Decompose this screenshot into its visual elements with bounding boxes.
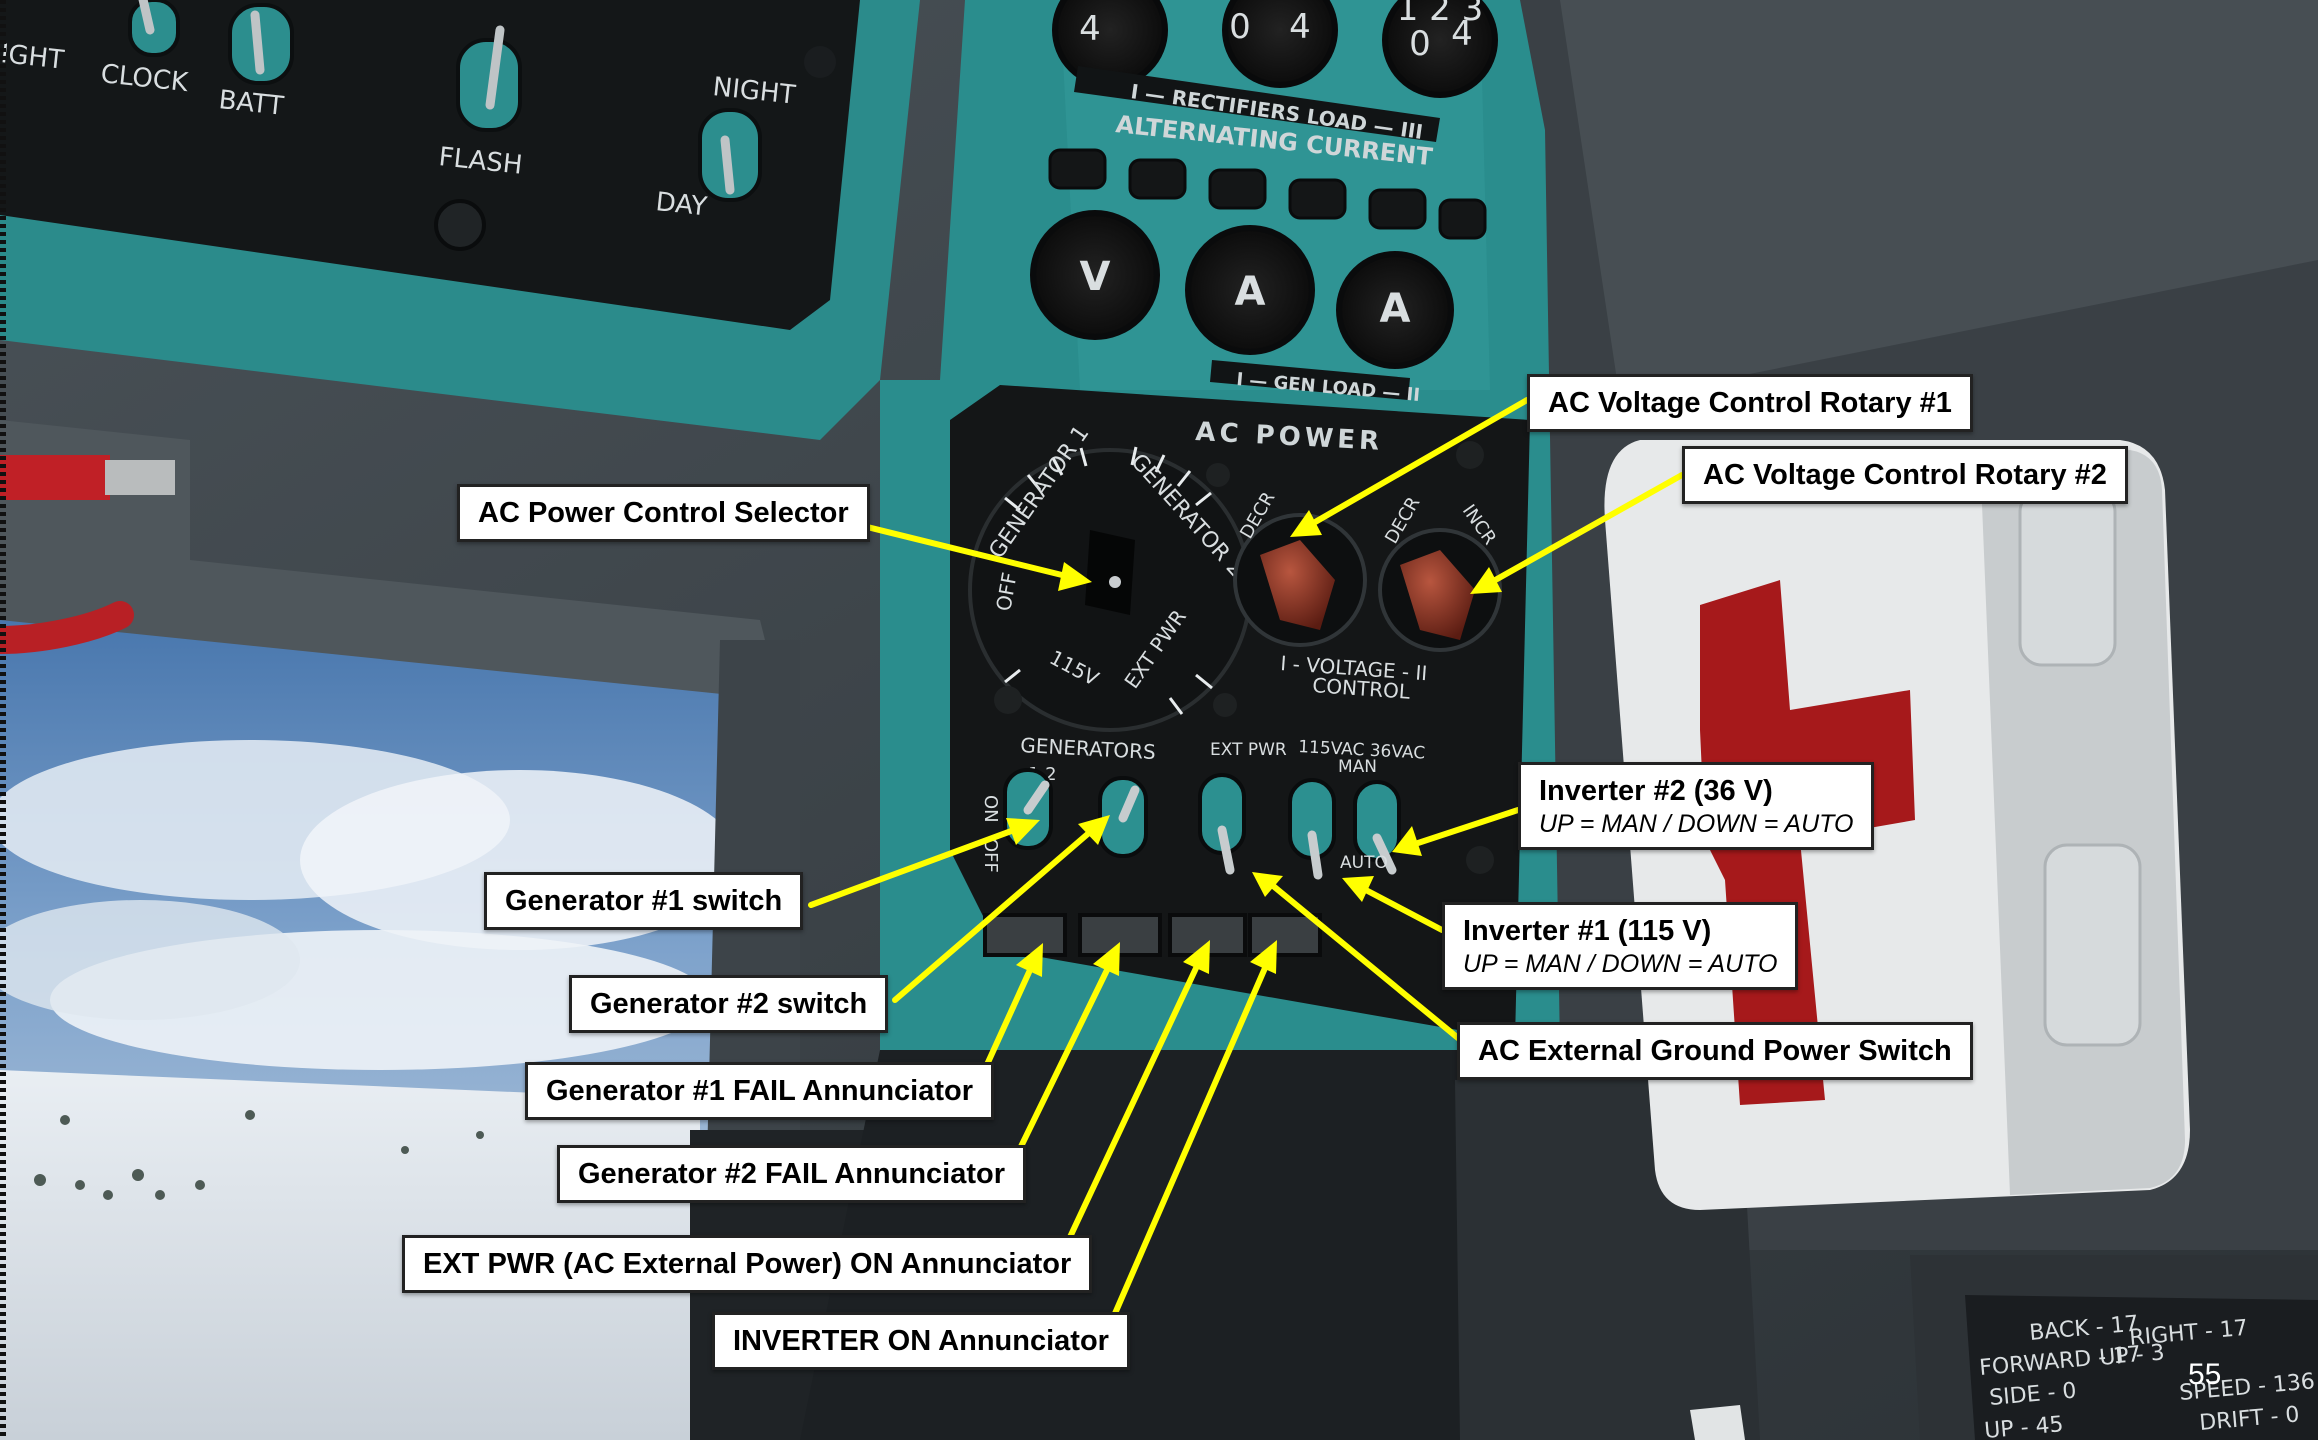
callout-inverter-2: Inverter #2 (36 V) UP = MAN / DOWN = AUT… <box>1518 762 1875 850</box>
svg-text:4: 4 <box>1289 7 1311 47</box>
svg-text:0: 0 <box>1409 24 1431 64</box>
callout-title: Inverter #1 (115 V) <box>1463 915 1712 947</box>
central-panel: 4 0 4 0 41 2 3 I — RECTIFIERS LOAD — III ALT… <box>880 0 1560 1050</box>
callout-title: AC Voltage Control Rotary #1 <box>1548 387 1952 419</box>
callout-ac-ext-ground-power: AC External Ground Power Switch <box>1457 1022 1973 1080</box>
callout-generator-1-fail: Generator #1 FAIL Annunciator <box>525 1062 995 1120</box>
svg-text:1 2 3: 1 2 3 <box>1397 0 1484 29</box>
callout-title: Generator #1 FAIL Annunciator <box>546 1075 974 1107</box>
callout-ext-pwr-on: EXT PWR (AC External Power) ON Annunciat… <box>402 1235 1093 1293</box>
callout-subtitle: UP = MAN / DOWN = AUTO <box>1463 950 1778 978</box>
callout-title: AC Voltage Control Rotary #2 <box>1703 459 2107 491</box>
callout-ac-voltage-rotary-2: AC Voltage Control Rotary #2 <box>1682 446 2128 504</box>
callout-title: AC Power Control Selector <box>478 497 849 529</box>
callout-generator-2-switch: Generator #2 switch <box>569 975 889 1033</box>
page-number: 55 <box>2188 1358 2222 1391</box>
callout-title: Generator #2 FAIL Annunciator <box>578 1158 1006 1190</box>
generator-1-toggle[interactable] <box>1003 768 1053 850</box>
callout-generator-2-fail: Generator #2 FAIL Annunciator <box>557 1145 1027 1203</box>
callout-title: INVERTER ON Annunciator <box>733 1325 1109 1357</box>
gauge-a1-label: A <box>1235 269 1266 315</box>
label-day: DAY <box>654 187 708 222</box>
callout-subtitle: UP = MAN / DOWN = AUTO <box>1539 810 1854 838</box>
callout-ac-power-control-selector: AC Power Control Selector <box>457 484 870 542</box>
callout-inverter-on: INVERTER ON Annunciator <box>712 1312 1130 1370</box>
svg-text:0: 0 <box>1229 7 1251 47</box>
callout-generator-1-switch: Generator #1 switch <box>484 872 804 930</box>
callout-title: AC External Ground Power Switch <box>1478 1035 1952 1067</box>
manual-page: IGHT CLOCK BATT FLASH NIGHT DAY 4 0 4 0 … <box>0 0 2318 1440</box>
cockpit-scene: IGHT CLOCK BATT FLASH NIGHT DAY 4 0 4 0 … <box>0 0 2318 1440</box>
callout-title: Generator #2 switch <box>590 988 868 1020</box>
callout-title: Inverter #2 (36 V) <box>1539 775 1773 807</box>
callout-title: Generator #1 switch <box>505 885 783 917</box>
gauge-a2-label: A <box>1380 286 1411 332</box>
label-auto: AUTO <box>1340 853 1388 873</box>
callout-title: EXT PWR (AC External Power) ON Annunciat… <box>423 1248 1072 1280</box>
gauge-v-label: V <box>1080 254 1111 300</box>
label-man: MAN <box>1338 757 1377 777</box>
callout-ac-voltage-rotary-1: AC Voltage Control Rotary #1 <box>1527 374 1973 432</box>
svg-text:4: 4 <box>1079 9 1101 49</box>
callout-inverter-1: Inverter #1 (115 V) UP = MAN / DOWN = AU… <box>1442 902 1799 990</box>
label-ext-pwr-switch: EXT PWR <box>1210 740 1287 760</box>
label-on: ON <box>980 795 1001 823</box>
